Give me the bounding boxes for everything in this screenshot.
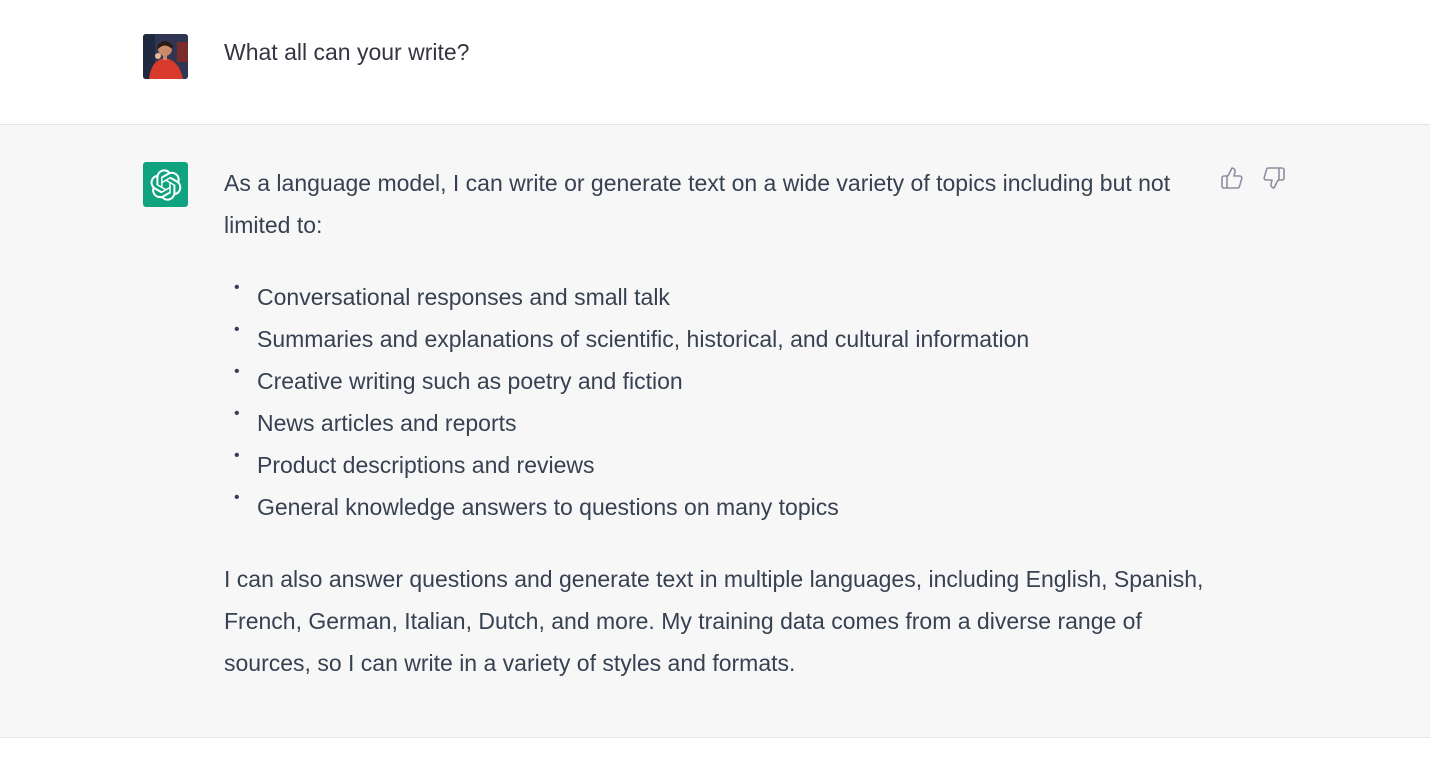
openai-logo-icon xyxy=(150,168,181,201)
bullet-icon: • xyxy=(234,321,240,338)
user-avatar xyxy=(143,34,188,79)
list-item: • News articles and reports xyxy=(224,402,1204,444)
feedback-controls xyxy=(1219,165,1287,191)
chat-page: What all can your write? As a language m… xyxy=(0,0,1430,758)
answer-intro: As a language model, I can write or gene… xyxy=(224,170,1171,238)
user-message-row: What all can your write? xyxy=(0,0,1430,125)
list-item: • Product descriptions and reviews xyxy=(224,444,1204,486)
answer-list: • Conversational responses and small talk… xyxy=(224,276,1204,528)
answer-closing: I can also answer questions and generate… xyxy=(224,566,1204,676)
bottom-spacer xyxy=(0,738,1430,758)
assistant-message-body: As a language model, I can write or gene… xyxy=(224,162,1204,684)
assistant-avatar xyxy=(143,162,188,207)
user-message-text: What all can your write? xyxy=(224,39,470,65)
list-item: • Conversational responses and small talk xyxy=(224,276,1204,318)
thumbs-up-icon xyxy=(1221,167,1243,189)
bullet-icon: • xyxy=(234,489,240,506)
thumbs-down-icon xyxy=(1263,167,1285,189)
bullet-icon: • xyxy=(234,405,240,422)
list-item: • General knowledge answers to questions … xyxy=(224,486,1204,528)
assistant-message-row: As a language model, I can write or gene… xyxy=(0,125,1430,738)
bullet-icon: • xyxy=(234,363,240,380)
list-item: • Summaries and explanations of scientifi… xyxy=(224,318,1204,360)
thumbs-down-button[interactable] xyxy=(1261,165,1287,191)
bullet-icon: • xyxy=(234,279,240,296)
thumbs-up-button[interactable] xyxy=(1219,165,1245,191)
bullet-icon: • xyxy=(234,447,240,464)
list-item: • Creative writing such as poetry and fic… xyxy=(224,360,1204,402)
